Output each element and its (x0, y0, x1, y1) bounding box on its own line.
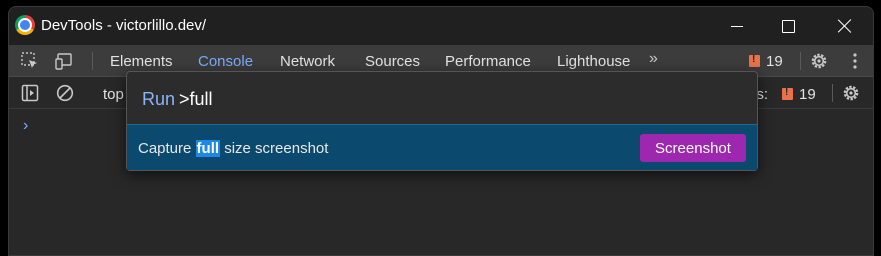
sidebar-toggle-icon[interactable] (20, 83, 40, 103)
minimize-icon (731, 25, 743, 27)
settings-icon[interactable] (841, 83, 861, 103)
tab-sources[interactable]: Sources (365, 53, 420, 70)
command-prefix: Run (142, 89, 176, 109)
maximize-icon (781, 19, 795, 33)
toolbar-divider (800, 52, 801, 70)
command-menu: Run >full Capture full size screenshot S… (126, 71, 758, 171)
toolbar-divider (832, 84, 833, 102)
tab-lighthouse[interactable]: Lighthouse (557, 53, 630, 70)
toolbar-divider (92, 52, 93, 70)
minimize-button[interactable] (714, 7, 760, 45)
tab-elements[interactable]: Elements (110, 53, 173, 70)
clear-console-icon[interactable] (55, 83, 75, 103)
console-prompt-icon[interactable]: › (23, 117, 28, 135)
tab-network[interactable]: Network (280, 53, 335, 70)
tab-performance[interactable]: Performance (445, 53, 531, 70)
query-match-highlight: full (195, 140, 221, 157)
command-category-badge: Screenshot (640, 134, 746, 162)
maximize-button[interactable] (765, 7, 811, 45)
context-selector[interactable]: top (103, 86, 124, 103)
command-result-item[interactable]: Capture full size screenshot Screenshot (127, 124, 757, 170)
issue-badge-icon[interactable] (782, 87, 793, 100)
close-button[interactable] (822, 7, 868, 45)
settings-icon[interactable] (809, 51, 829, 71)
title-bar: DevTools - victorlillo.dev/ (9, 7, 873, 45)
command-result-label: Capture full size screenshot (138, 140, 329, 157)
chrome-logo-icon (15, 15, 35, 35)
issue-badge-icon[interactable] (749, 54, 760, 67)
window-title: DevTools - victorlillo.dev/ (41, 17, 207, 34)
kebab-menu-icon[interactable] (845, 51, 865, 71)
tab-console[interactable]: Console (198, 53, 253, 70)
inspect-element-icon[interactable] (20, 51, 40, 71)
device-toggle-icon[interactable] (54, 51, 74, 71)
close-icon (838, 19, 852, 33)
command-query[interactable]: >full (179, 89, 213, 110)
issues-count[interactable]: 19 (799, 86, 816, 103)
command-input[interactable]: Run >full (127, 72, 757, 124)
issues-count[interactable]: 19 (766, 53, 783, 70)
more-tabs-icon[interactable]: » (649, 50, 658, 68)
